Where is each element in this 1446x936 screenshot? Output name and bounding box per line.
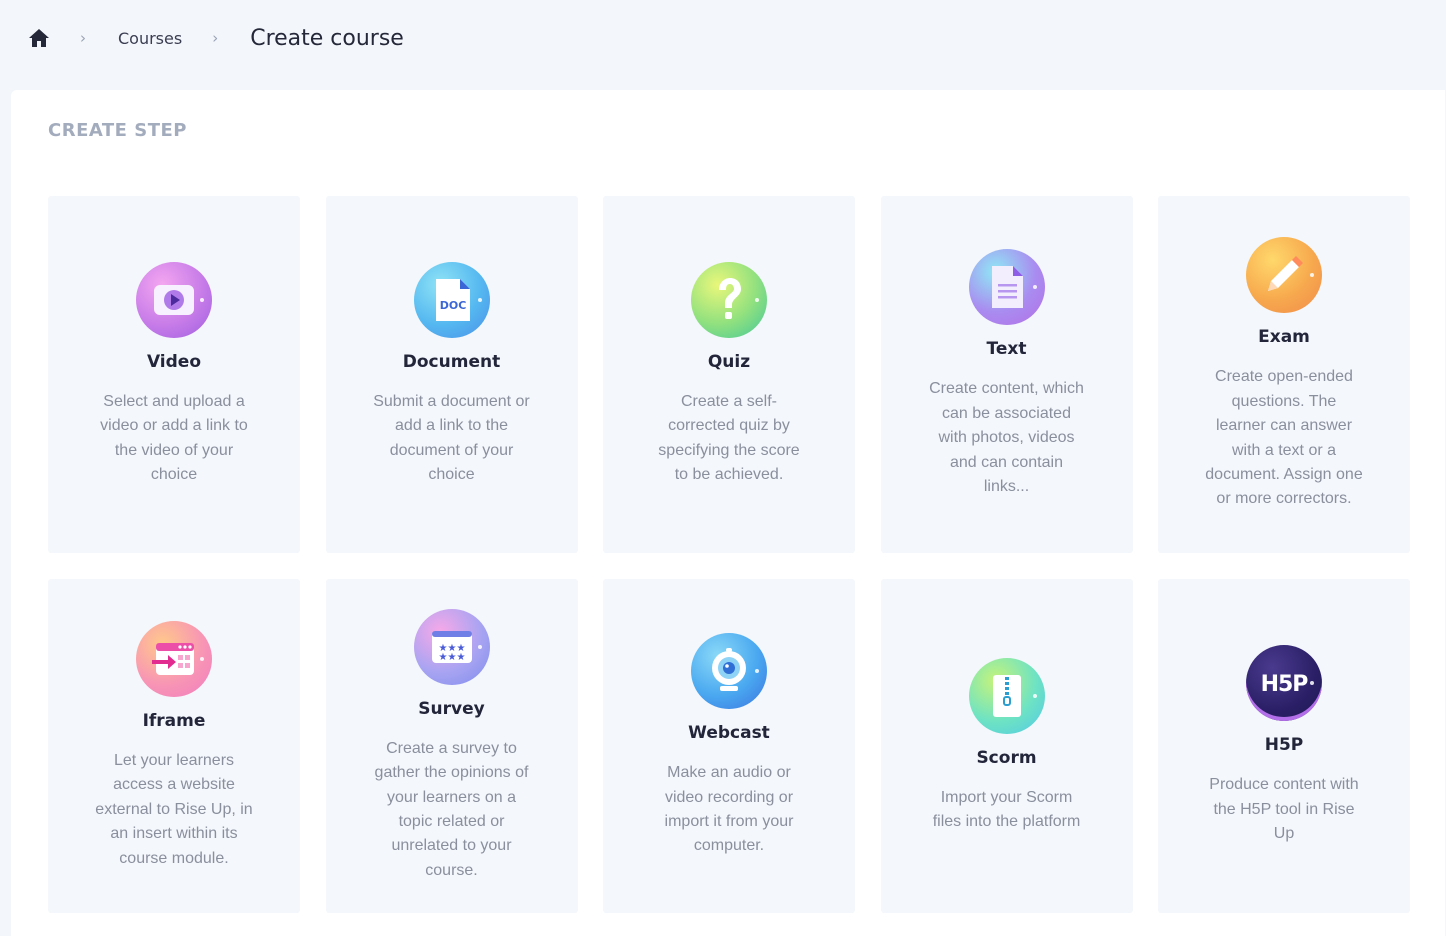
step-card-document[interactable]: DOC Document Submit a document or add a … xyxy=(325,196,578,553)
page-title: Create course xyxy=(250,25,404,51)
svg-text:★★★: ★★★ xyxy=(438,652,465,663)
breadcrumb: › Courses › Create course xyxy=(28,22,404,54)
step-title: Exam xyxy=(1258,327,1310,348)
step-card-iframe[interactable]: Iframe Let your learners access a websit… xyxy=(48,579,300,913)
question-mark-icon xyxy=(691,261,767,338)
home-icon[interactable] xyxy=(28,27,50,49)
step-description: Create a survey to gather the opinions o… xyxy=(374,739,529,879)
iframe-icon xyxy=(136,620,212,697)
step-description: Create content, which can be associated … xyxy=(929,380,1084,496)
breadcrumb-courses-link[interactable]: Courses xyxy=(118,29,182,48)
step-card-h5p[interactable]: H5P H5P Produce content with the H5P too… xyxy=(1158,579,1410,913)
survey-stars-icon: ★★★ ★★★ xyxy=(413,608,490,685)
step-description: Produce content with the H5P tool in Ris… xyxy=(1209,776,1359,843)
step-card-webcast[interactable]: Webcast Make an audio or video recording… xyxy=(603,579,855,913)
create-step-panel: CREATE STEP Video Select and upload a vi… xyxy=(11,90,1445,936)
step-card-scorm[interactable]: Scorm Import your Scorm files into the p… xyxy=(880,579,1133,913)
text-file-icon xyxy=(968,249,1045,326)
step-card-quiz[interactable]: Quiz Create a self-corrected quiz by spe… xyxy=(603,196,855,553)
h5p-logo-icon: H5P xyxy=(1246,645,1322,722)
document-icon: DOC xyxy=(413,261,490,338)
h5p-logo-text: H5P xyxy=(1261,672,1309,697)
step-description: Create a self-corrected quiz by specifyi… xyxy=(658,392,800,483)
chevron-right-icon: › xyxy=(212,29,219,47)
doc-label: DOC xyxy=(439,299,466,312)
step-title: Iframe xyxy=(142,710,206,731)
step-title: Webcast xyxy=(688,723,770,744)
section-title: CREATE STEP xyxy=(48,120,187,141)
step-description: Select and upload a video or add a link … xyxy=(100,392,248,483)
webcam-icon xyxy=(691,633,767,710)
step-description: Submit a document or add a link to the d… xyxy=(373,392,530,483)
zip-file-icon xyxy=(968,657,1045,734)
pencil-icon xyxy=(1246,237,1322,314)
step-description: Let your learners access a website exter… xyxy=(95,751,253,867)
step-title: Video xyxy=(146,351,202,372)
step-title: Quiz xyxy=(707,351,751,372)
step-title: Survey xyxy=(418,698,485,719)
step-description: Import your Scorm files into the platfor… xyxy=(932,788,1081,830)
step-title: Scorm xyxy=(976,747,1037,768)
video-icon xyxy=(136,261,212,338)
step-card-survey[interactable]: ★★★ ★★★ Survey Create a survey to gather … xyxy=(325,579,578,913)
chevron-right-icon: › xyxy=(80,29,86,47)
step-card-video[interactable]: Video Select and upload a video or add a… xyxy=(48,196,300,553)
step-grid: Video Select and upload a video or add a… xyxy=(48,196,1410,913)
step-card-exam[interactable]: Exam Create open-ended questions. The le… xyxy=(1158,196,1410,553)
step-title: H5P xyxy=(1264,735,1304,756)
step-title: Text xyxy=(986,339,1027,360)
step-description: Create open-ended questions. The learner… xyxy=(1205,368,1363,508)
step-card-text[interactable]: Text Create content, which can be associ… xyxy=(880,196,1133,553)
step-description: Make an audio or video recording or impo… xyxy=(664,764,794,855)
step-title: Document xyxy=(402,351,501,372)
